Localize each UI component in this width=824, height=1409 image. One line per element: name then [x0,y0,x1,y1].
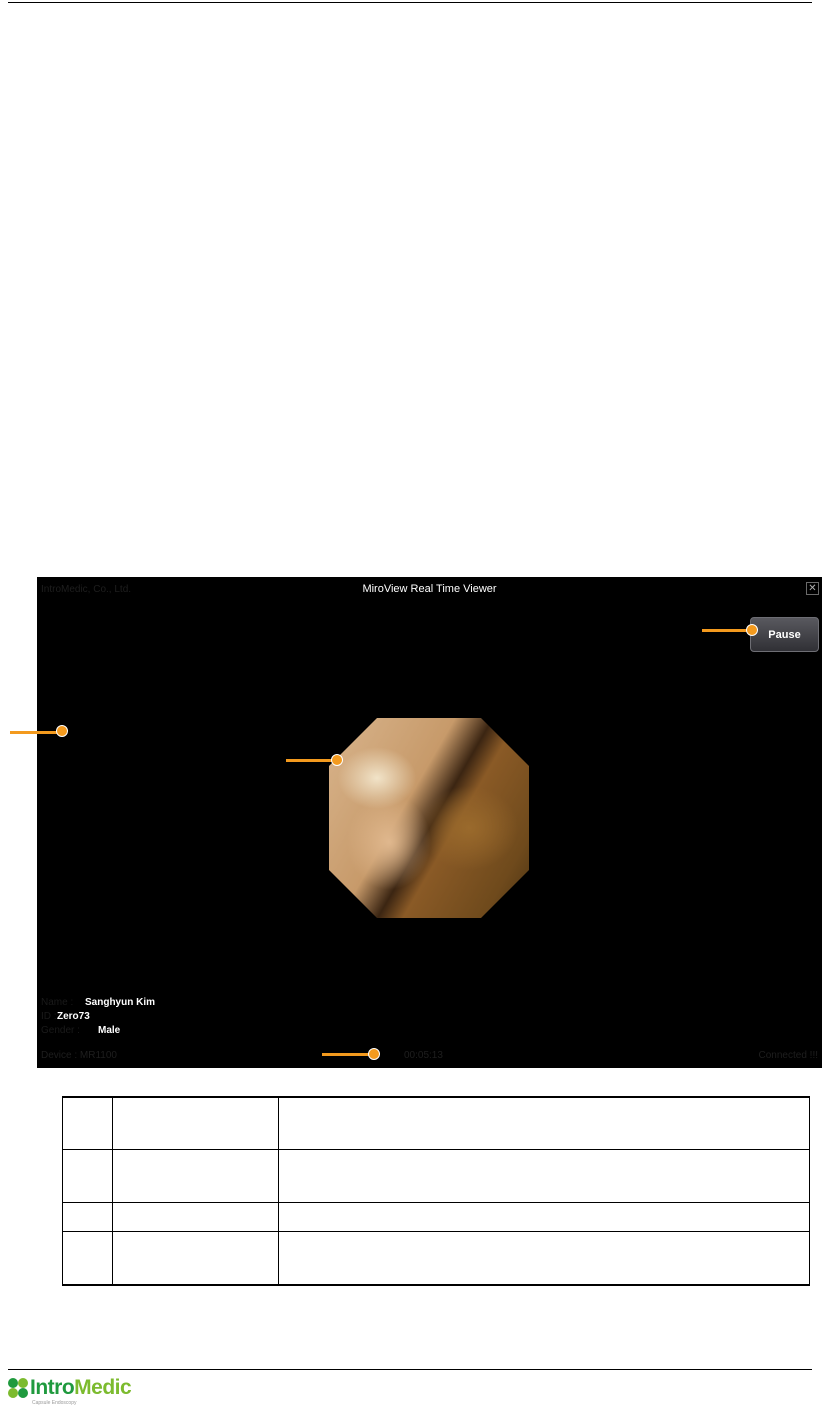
logo-intro-text: Intro [30,1376,75,1399]
table-cell-description [278,1230,810,1286]
table-cell-description [278,1201,810,1232]
table-row [62,1230,810,1286]
clover-logo-icon [8,1378,28,1398]
table-cell-term [112,1148,279,1203]
patient-gender-label: Gender : [41,1025,80,1036]
header-rule [8,2,812,3]
footer-rule [8,1369,812,1370]
callout-dot-pause [746,624,758,636]
table-cell-description [278,1148,810,1203]
callout-line-image [286,759,336,762]
patient-name-value: Sanghyun Kim [85,997,156,1008]
logo-tagline: Capsule Endoscopy [32,1400,77,1406]
table-cell-term [112,1230,279,1286]
patient-gender-value: Male [98,1025,121,1036]
patient-id-label: ID : [41,1011,57,1022]
patient-id-value: Zero73 [57,1011,90,1022]
table-cell-term [112,1201,279,1232]
table-cell-description [278,1096,810,1150]
callout-description-table [62,1096,810,1286]
table-cell-number [62,1230,113,1286]
patient-info: Name : Sanghyun Kim ID :Zero73 Gender : Ma… [41,996,155,1038]
table-cell-number [62,1096,113,1150]
callout-line-patient [10,731,62,734]
patient-name-row: Name : Sanghyun Kim [41,996,155,1010]
pause-button[interactable]: Pause [750,617,819,652]
callout-dot-patient [56,725,68,737]
callout-dot-time [368,1048,380,1060]
logo-medic-text: Medic [74,1376,132,1399]
table-row [62,1148,810,1203]
patient-gender-row: Gender : Male [41,1024,155,1038]
patient-name-label: Name : [41,997,74,1008]
realtime-viewer-window: IntroMedic, Co., Ltd. MiroView Real Time… [37,577,822,1068]
connection-status: Connected !!! [758,1050,818,1061]
close-icon[interactable]: ✕ [806,582,819,595]
table-row [62,1201,810,1232]
table-row [62,1096,810,1150]
callout-line-pause [702,629,752,632]
table-cell-number [62,1201,113,1232]
endoscopy-image [329,718,529,918]
callout-dot-image [331,754,343,766]
logo-wordmark: IntroMedic [30,1376,132,1400]
elapsed-time: 00:05:13 [404,1050,443,1061]
patient-id-row: ID :Zero73 [41,1010,155,1024]
viewer-title: MiroView Real Time Viewer [362,583,497,595]
callout-line-time [322,1053,374,1056]
table-cell-number [62,1148,113,1203]
table-cell-term [112,1096,279,1150]
device-label: Device : MR1100 [41,1050,117,1061]
